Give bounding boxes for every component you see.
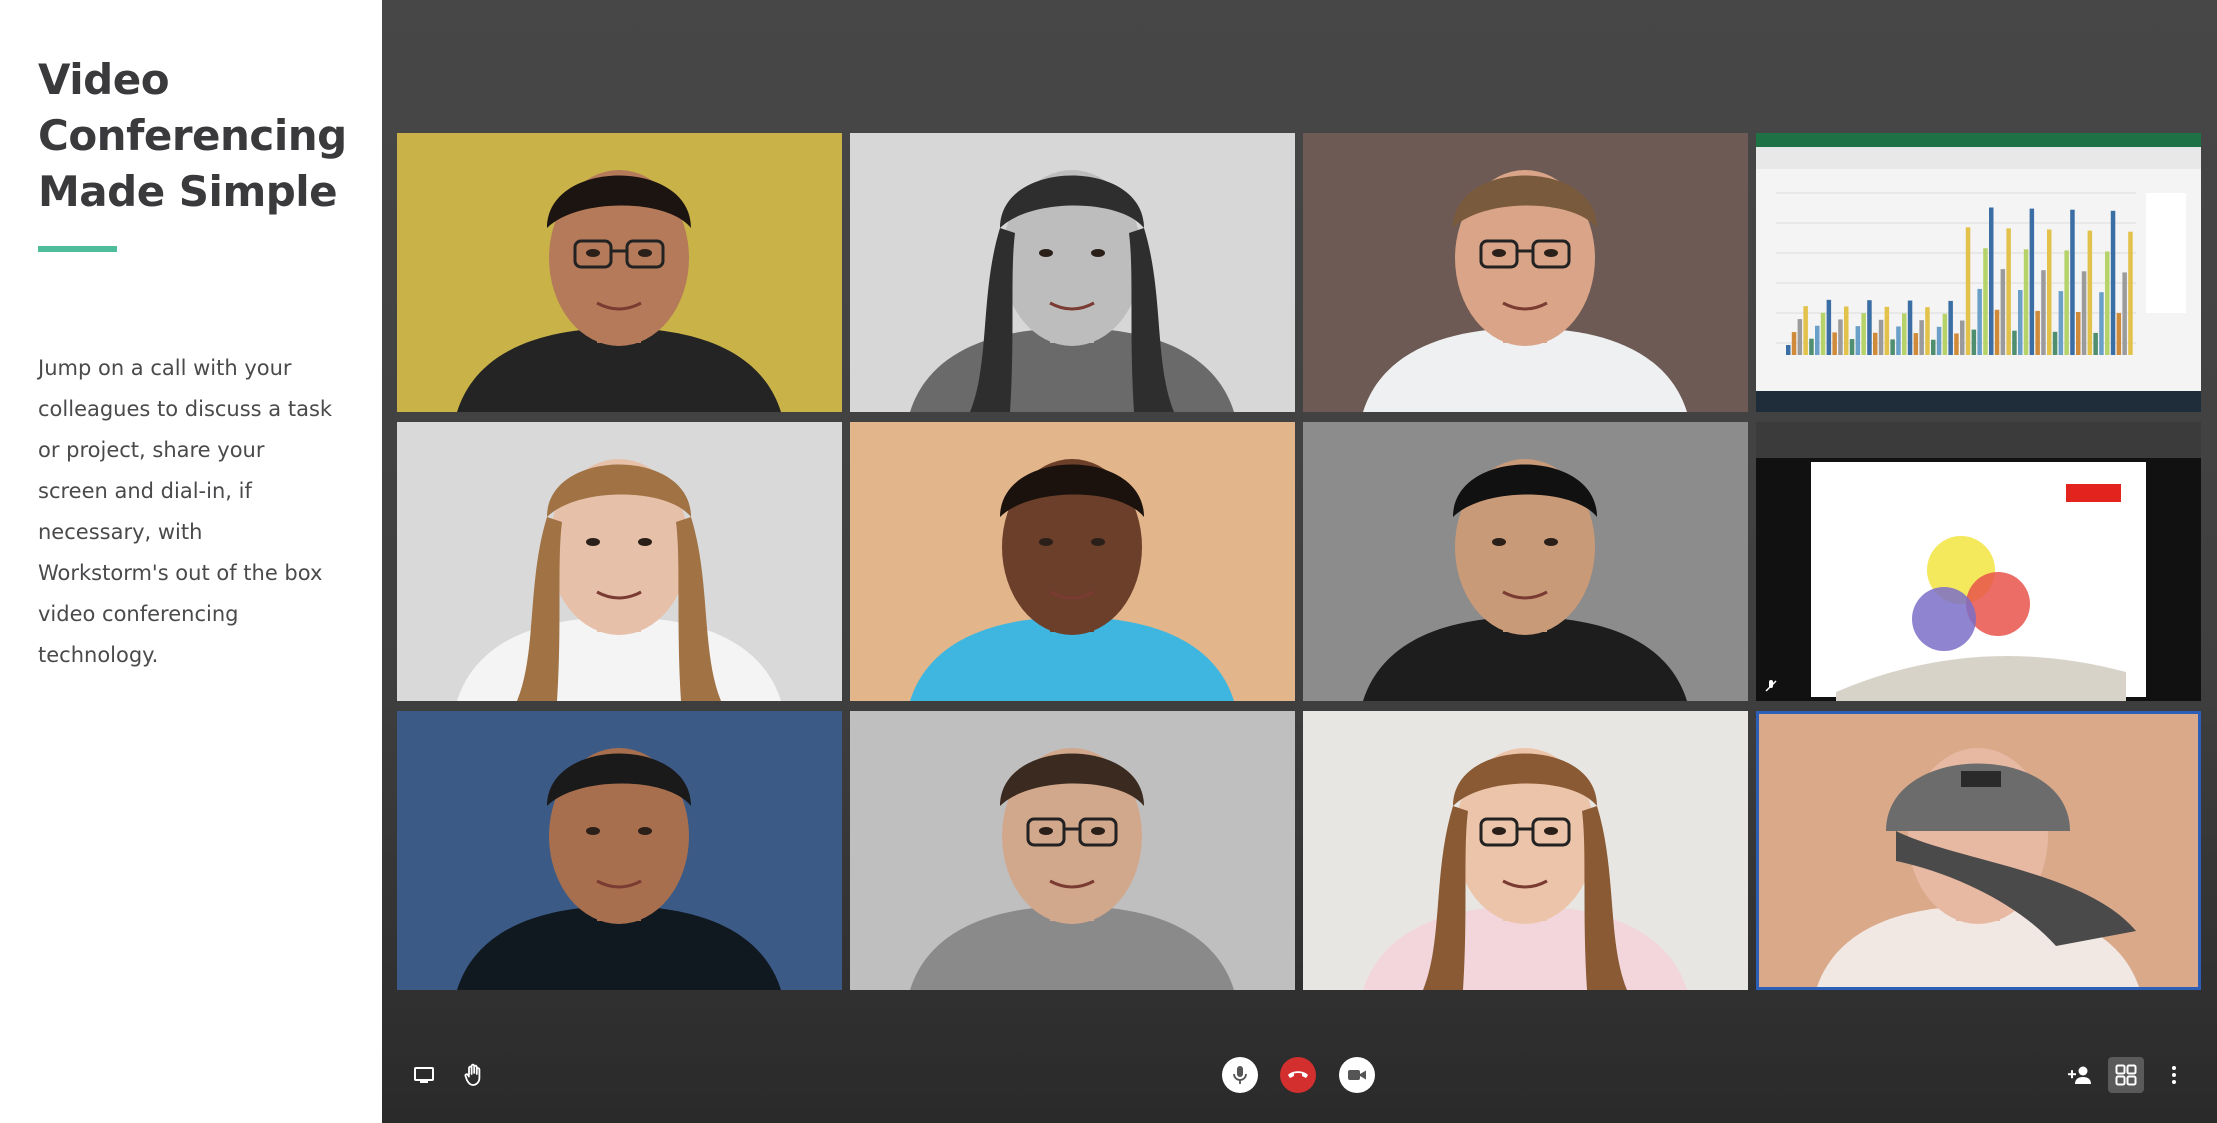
participant-tile[interactable] (850, 133, 1295, 412)
participant-video (1303, 133, 1748, 412)
title-line: Conferencing (38, 111, 347, 160)
shared-screen-video (1756, 133, 2201, 412)
video-stage (382, 0, 2217, 1123)
participant-grid (397, 133, 2201, 990)
participant-tile[interactable] (1756, 422, 2201, 701)
camera-icon (1348, 1070, 1366, 1080)
shared-screen-video (1756, 422, 2201, 701)
participant-video (850, 711, 1295, 990)
description-line: Workstorm's out of the box (38, 561, 323, 585)
title-line: Made Simple (38, 167, 338, 216)
microphone-muted-icon (1764, 679, 1778, 693)
add-participant-icon (2068, 1066, 2091, 1084)
participant-tile[interactable] (397, 422, 842, 701)
share-screen-button[interactable] (406, 1057, 442, 1093)
camera-button[interactable] (1339, 1057, 1375, 1093)
more-options-button[interactable] (2156, 1057, 2192, 1093)
participant-video (850, 422, 1295, 701)
participant-video (397, 422, 842, 701)
participant-video (397, 711, 842, 990)
description-line: technology. (38, 643, 159, 667)
raise-hand-icon (464, 1063, 481, 1086)
participant-video (1303, 422, 1748, 701)
microphone-button[interactable] (1222, 1057, 1258, 1093)
description-line: video conferencing (38, 602, 239, 626)
description-line: colleagues to discuss a task (38, 397, 333, 421)
grid-view-icon (2115, 1064, 2137, 1086)
page-title: Video Conferencing Made Simple (38, 52, 347, 220)
participant-tile[interactable] (850, 422, 1295, 701)
participant-tile[interactable] (1756, 133, 2201, 412)
participant-tile[interactable] (1303, 133, 1748, 412)
description-line: necessary, with (38, 520, 203, 544)
description: Jump on a call with your colleagues to d… (38, 348, 338, 676)
participant-tile[interactable] (1303, 422, 1748, 701)
participant-tile[interactable] (397, 133, 842, 412)
participant-tile[interactable] (397, 711, 842, 990)
more-options-icon (2172, 1066, 2176, 1084)
participant-video (1303, 711, 1748, 990)
participant-tile[interactable] (1303, 711, 1748, 990)
participant-video (1756, 711, 2201, 990)
end-call-icon (1288, 1071, 1308, 1078)
microphone-icon (1233, 1066, 1247, 1084)
description-line: Jump on a call with your (38, 356, 292, 380)
end-call-button[interactable] (1280, 1057, 1316, 1093)
raise-hand-button[interactable] (456, 1057, 492, 1093)
participant-video (397, 133, 842, 412)
description-line: or project, share your (38, 438, 265, 462)
participant-tile[interactable] (1756, 711, 2201, 990)
participant-video (850, 133, 1295, 412)
screen-share-icon (414, 1067, 434, 1083)
participant-tile[interactable] (850, 711, 1295, 990)
title-line: Video (38, 55, 170, 104)
grid-view-button[interactable] (2108, 1057, 2144, 1093)
add-participant-button[interactable] (2062, 1057, 2098, 1093)
title-underline (38, 246, 117, 252)
description-line: screen and dial-in, if (38, 479, 252, 503)
info-panel: Video Conferencing Made Simple Jump on a… (0, 0, 382, 1123)
call-controls (382, 1037, 2217, 1123)
